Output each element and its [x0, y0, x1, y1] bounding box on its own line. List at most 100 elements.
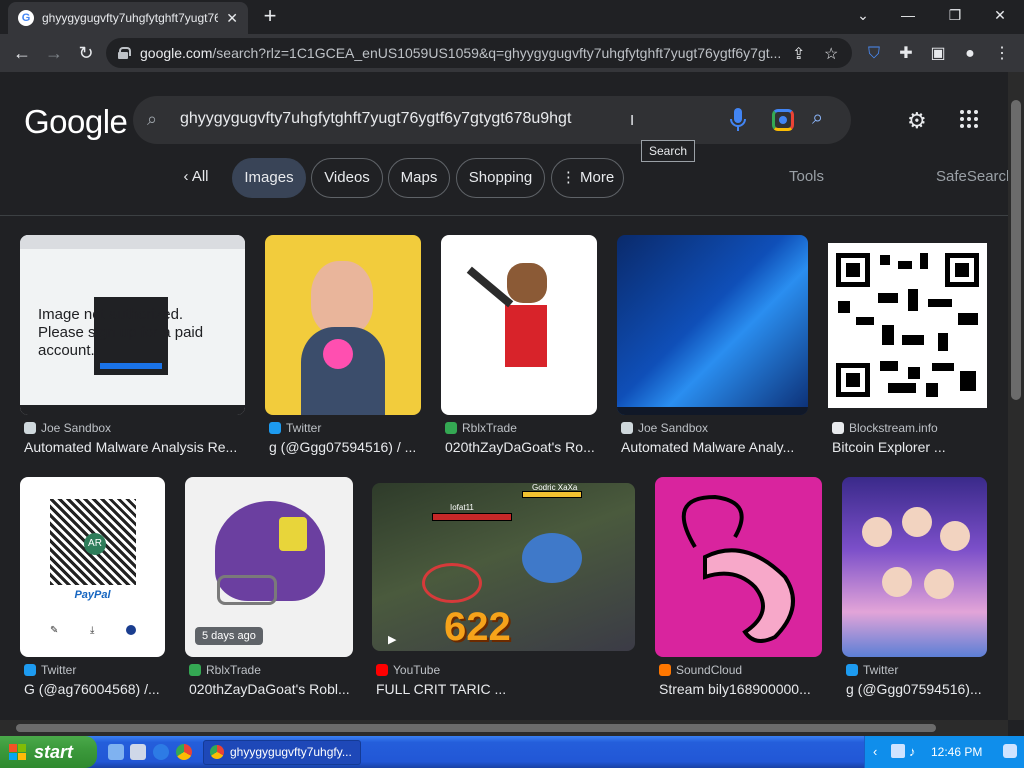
taskbar-chrome-window[interactable]: ghyygygugvfty7uhgfy...	[203, 740, 361, 765]
result-source: Joe Sandbox	[621, 421, 708, 435]
source-label: Blockstream.info	[849, 421, 938, 435]
result-title[interactable]: g (@Ggg07594516) / ...	[269, 439, 421, 455]
google-logo[interactable]: Google	[24, 103, 128, 141]
twitter-favicon-icon	[269, 422, 281, 434]
safesearch-button[interactable]: SafeSearch	[936, 168, 1014, 185]
result-title[interactable]: 020thZayDaGoat's Robl...	[189, 681, 353, 697]
shield-extension-icon[interactable]: ⛉	[864, 44, 884, 64]
search-box[interactable]: ⌕ ghyygygugvfty7uhgfytghft7yugt76ygtf6y7…	[133, 96, 851, 144]
vertical-scroll-thumb[interactable]	[1011, 100, 1021, 400]
search-input[interactable]: ghyygygugvfty7uhgfytghft7yugt76ygtf6y7gt…	[180, 110, 571, 128]
result-title[interactable]: G (@ag76004568) /...	[24, 681, 165, 697]
chrome-menu-icon[interactable]: ⋮	[992, 44, 1012, 64]
show-desktop-icon[interactable]	[108, 744, 124, 760]
profile-avatar-icon[interactable]: ●	[960, 44, 980, 64]
player-name-2: Godric XaXa	[532, 483, 578, 492]
horizontal-scroll-thumb[interactable]	[16, 724, 936, 732]
unauthorized-overlay-text: Image not authorized. Please sign up for…	[38, 306, 204, 359]
image-thumbnail[interactable]: 5 days ago	[185, 477, 353, 657]
result-title[interactable]: g (@Ggg07594516)...	[846, 681, 987, 697]
search-submit-icon[interactable]: ⌕	[812, 107, 823, 130]
explorer-icon[interactable]	[130, 744, 146, 760]
paypal-brand: PayPal	[74, 589, 111, 601]
notification-icon[interactable]	[1003, 744, 1017, 758]
tab-title: ghyygygugvfty7uhgfytghft7yugt76ygtf6y7gt…	[42, 11, 219, 25]
image-thumbnail[interactable]	[842, 477, 987, 657]
result-source: YouTube	[376, 663, 440, 677]
voice-search-icon[interactable]	[729, 106, 747, 134]
tab-all-label: All	[191, 168, 209, 185]
tools-button[interactable]: Tools	[789, 168, 824, 185]
browser-tab[interactable]: G ghyygygugvfty7uhgfytghft7yugt76ygtf6y7…	[8, 2, 248, 34]
image-result[interactable]: Twitter g (@Ggg07594516) / ...	[265, 235, 421, 460]
image-result[interactable]: SoundCloud Stream bily168900000...	[655, 477, 822, 702]
tray-expand-icon[interactable]: ‹	[873, 744, 877, 759]
minimize-button[interactable]: —	[888, 4, 928, 26]
url-host: google.com	[140, 45, 213, 61]
lens-search-icon[interactable]	[772, 109, 794, 131]
image-result[interactable]: Joe Sandbox Automated Malware Analy...	[617, 235, 808, 460]
image-result[interactable]: AR PayPal ✎ ⤓ Twitter G (@ag76004568) /.…	[20, 477, 165, 702]
image-thumbnail[interactable]	[265, 235, 421, 415]
image-result[interactable]: 5 days ago RblxTrade 020thZayDaGoat's Ro…	[185, 477, 353, 702]
result-title[interactable]: Stream bily168900000...	[659, 681, 822, 697]
image-result[interactable]: Image not authorized. Please sign up for…	[20, 235, 245, 460]
time-badge: 5 days ago	[195, 627, 263, 645]
joe-sandbox-favicon-icon	[24, 422, 36, 434]
video-play-icon: ▶	[388, 634, 397, 646]
image-result[interactable]: Blockstream.info Bitcoin Explorer ...	[828, 243, 987, 460]
edge-icon[interactable]	[153, 744, 169, 760]
result-title[interactable]: 020thZayDaGoat's Ro...	[445, 439, 597, 455]
close-window-button[interactable]: ✕	[980, 4, 1020, 26]
start-label: start	[34, 742, 74, 762]
search-icon: ⌕	[147, 109, 158, 129]
image-thumbnail[interactable]	[655, 477, 822, 657]
forward-button[interactable]: →	[40, 39, 68, 67]
tab-images[interactable]: Images	[232, 158, 306, 198]
horizontal-scrollbar[interactable]	[0, 720, 1008, 736]
result-title[interactable]: Automated Malware Analysis Re...	[24, 439, 245, 455]
settings-gear-icon[interactable]: ⚙	[907, 108, 927, 134]
rblxtrade-favicon-icon	[445, 422, 457, 434]
tab-maps[interactable]: Maps	[388, 158, 450, 198]
player-name-1: Iofat11	[450, 503, 474, 512]
google-apps-icon[interactable]	[960, 110, 978, 128]
url-text[interactable]: google.com/search?rlz=1C1GCEA_enUS1059US…	[140, 45, 780, 61]
image-thumbnail[interactable]	[828, 243, 987, 408]
image-thumbnail[interactable]	[617, 235, 808, 415]
image-result[interactable]: RblxTrade 020thZayDaGoat's Ro...	[441, 235, 597, 460]
image-result[interactable]: Twitter g (@Ggg07594516)...	[842, 477, 987, 702]
tab-all[interactable]: ‹ All	[168, 158, 224, 198]
image-thumbnail[interactable]: Image not authorized. Please sign up for…	[20, 235, 245, 415]
tab-more[interactable]: ⋮ More	[551, 158, 624, 198]
image-thumbnail[interactable]: AR PayPal ✎ ⤓	[20, 477, 165, 657]
volume-icon[interactable]: ♪	[909, 744, 916, 759]
result-title[interactable]: Automated Malware Analy...	[621, 439, 808, 455]
reload-button[interactable]: ↻	[72, 39, 100, 67]
image-result[interactable]: Iofat11 Godric XaXa 622 ▶ YouTube FULL C…	[372, 483, 635, 702]
address-bar[interactable]: google.com/search?rlz=1C1GCEA_enUS1059US…	[106, 38, 852, 68]
result-title[interactable]: FULL CRIT TARIC ...	[376, 681, 635, 697]
back-button[interactable]: ←	[8, 39, 36, 67]
side-panel-icon[interactable]: ▣	[928, 44, 948, 64]
network-icon[interactable]	[891, 744, 905, 758]
result-source: Twitter	[846, 663, 898, 677]
tab-videos[interactable]: Videos	[311, 158, 383, 198]
tab-search-icon[interactable]: ⌄	[843, 4, 883, 26]
bookmark-star-icon[interactable]: ☆	[824, 44, 838, 64]
vertical-scrollbar[interactable]	[1008, 72, 1024, 720]
new-tab-button[interactable]: +	[258, 5, 282, 29]
image-thumbnail[interactable]	[441, 235, 597, 415]
restore-button[interactable]: ❐	[935, 4, 975, 26]
clock[interactable]: 12:46 PM	[931, 745, 982, 759]
tab-shopping[interactable]: Shopping	[456, 158, 545, 198]
damage-number: 622	[444, 605, 511, 649]
image-thumbnail[interactable]: Iofat11 Godric XaXa 622 ▶	[372, 483, 635, 651]
chrome-icon[interactable]	[176, 744, 192, 760]
blockstream-favicon-icon	[832, 422, 844, 434]
result-title[interactable]: Bitcoin Explorer ...	[832, 439, 987, 455]
tab-close-icon[interactable]: ✕	[226, 10, 238, 27]
share-icon[interactable]: ⇪	[792, 44, 805, 64]
extensions-puzzle-icon[interactable]: ✚	[896, 44, 916, 64]
start-button[interactable]: start	[0, 736, 97, 768]
